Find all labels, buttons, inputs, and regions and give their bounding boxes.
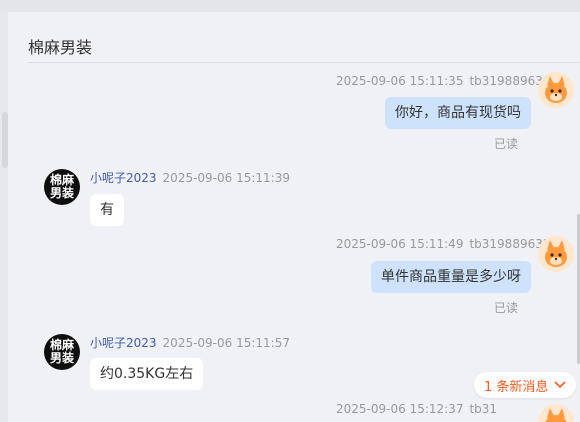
message-time: 2025-09-06 15:11:49 <box>336 237 464 251</box>
shop-logo-avatar[interactable]: 棉麻男装 <box>44 334 80 370</box>
message-meta: 小呢子2023 2025-09-06 15:11:39 <box>90 169 290 186</box>
message-time: 2025-09-06 15:11:39 <box>162 171 290 185</box>
sender-name[interactable]: 小呢子2023 <box>90 336 157 350</box>
message-meta: 2025-09-06 15:12:37 tb31 <box>336 402 497 416</box>
read-status: 已读 <box>494 301 519 315</box>
header-divider <box>28 62 580 63</box>
left-rail <box>0 12 8 422</box>
shiba-avatar-icon[interactable] <box>538 72 574 108</box>
chat-panel: 棉麻男装 2025-09-06 15:11:35 tb319889632 你好，商… <box>8 12 580 422</box>
message-bubble-out[interactable]: 你好，商品有现货吗 <box>385 97 531 129</box>
message-time: 2025-09-06 15:12:37 <box>336 402 464 416</box>
message-user: tb31 <box>469 402 498 416</box>
chat-title: 棉麻男装 <box>28 38 93 57</box>
new-message-button[interactable]: 1 条新消息 <box>474 372 577 398</box>
message-meta: 2025-09-06 15:11:35 tb319889632 <box>336 74 551 88</box>
message-time: 2025-09-06 15:11:35 <box>336 74 464 88</box>
shop-logo-text: 棉麻男装 <box>49 173 74 200</box>
window-top-strip <box>0 0 580 12</box>
shiba-avatar-icon[interactable] <box>538 404 574 422</box>
sender-name[interactable]: 小呢子2023 <box>90 171 157 185</box>
chevron-down-icon <box>554 381 566 389</box>
message-bubble-in[interactable]: 约0.35KG左右 <box>90 358 204 390</box>
chat-header: 棉麻男装 <box>8 12 580 63</box>
shop-logo-avatar[interactable]: 棉麻男装 <box>44 169 80 205</box>
message-bubble-in[interactable]: 有 <box>90 194 124 226</box>
read-status: 已读 <box>494 137 519 151</box>
shop-logo-text: 棉麻男装 <box>49 338 74 365</box>
message-bubble-out[interactable]: 单件商品重量是多少呀 <box>371 261 531 293</box>
message-time: 2025-09-06 15:11:57 <box>162 336 290 350</box>
shiba-avatar-icon[interactable] <box>538 236 574 272</box>
new-message-label: 1 条新消息 <box>484 379 549 395</box>
message-meta: 2025-09-06 15:11:49 tb319889632 <box>336 237 551 251</box>
message-meta: 小呢子2023 2025-09-06 15:11:57 <box>90 334 290 351</box>
